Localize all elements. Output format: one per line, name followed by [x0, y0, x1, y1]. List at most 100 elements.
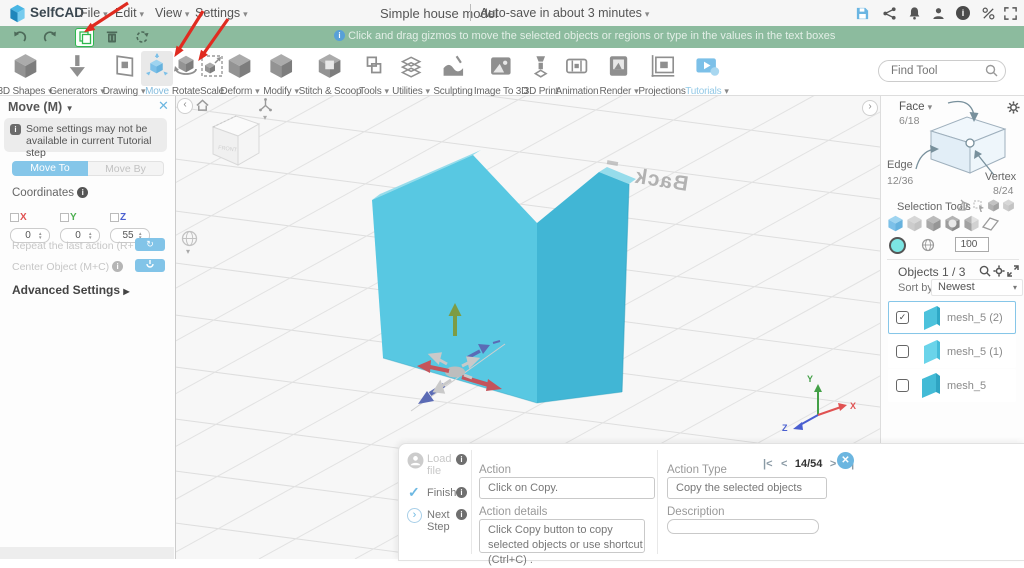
info-icon[interactable]: i [456, 509, 467, 520]
mode-plane-icon[interactable] [982, 216, 999, 231]
y-lock-checkbox[interactable] [60, 213, 69, 223]
paint-select-icon[interactable] [957, 199, 970, 212]
stepper-icon[interactable]: ▲▼ [38, 231, 44, 240]
move-to-button[interactable]: Move To [12, 161, 88, 176]
axis-widget-icon[interactable] [258, 98, 273, 113]
cursor-select-icon[interactable] [973, 200, 985, 212]
tool-deform[interactable]: Deform [221, 51, 260, 97]
menu-view[interactable]: View [155, 6, 189, 20]
nav-prev-icon[interactable]: < [781, 458, 787, 470]
copy-button[interactable] [75, 28, 94, 47]
expand-icon[interactable] [1007, 265, 1019, 277]
object-checkbox[interactable] [896, 345, 909, 358]
units-icon[interactable] [981, 6, 996, 21]
finish-label[interactable]: Finish [427, 487, 456, 499]
center-object-button[interactable] [135, 259, 165, 272]
mode-face-icon[interactable] [887, 215, 904, 232]
tool-stitch-scoop[interactable]: Stitch & Scoop [299, 51, 362, 97]
next-step-label[interactable]: Next Step [427, 509, 459, 533]
nav-next-icon[interactable]: > [830, 458, 836, 470]
tool-sculpting[interactable]: Sculpting [433, 51, 473, 97]
tool-image-to-3d[interactable]: Image To 3D [474, 51, 528, 97]
tool-3d-shapes[interactable]: 3D Shapes [0, 51, 53, 97]
action-value-box[interactable]: Click on Copy. [479, 477, 655, 499]
object-thumbnail [924, 306, 940, 330]
info-icon[interactable]: i [956, 6, 970, 20]
x-axis-label: X [20, 212, 27, 224]
nav-first-icon[interactable]: |< [763, 458, 773, 470]
mesh-sphere-icon[interactable] [921, 238, 935, 252]
menu-file[interactable]: File [80, 6, 108, 20]
coordinate-z: Z▲▼ [110, 209, 161, 244]
title-divider [470, 4, 471, 21]
load-file-label[interactable]: Load file [427, 453, 457, 477]
tool-generators[interactable]: Generators [49, 51, 104, 97]
mode-half-icon[interactable] [963, 215, 980, 232]
z-lock-checkbox[interactable] [110, 213, 119, 223]
tool-tools[interactable]: Tools [358, 51, 390, 97]
tutorial-warning-box: i Some settings may not be available in c… [4, 118, 167, 159]
collapse-right-panel-chevron[interactable]: › [862, 100, 878, 116]
cube-select-icon[interactable] [987, 199, 1000, 212]
advanced-settings[interactable]: Advanced Settings ▶ [12, 283, 130, 297]
object-row-mesh5-1[interactable]: mesh_5 (1) [888, 335, 1016, 368]
object-row-mesh5[interactable]: mesh_5 [888, 369, 1016, 402]
delete-icon[interactable] [104, 29, 120, 45]
x-lock-checkbox[interactable] [10, 213, 19, 223]
caret-down-icon[interactable]: ▾ [186, 247, 190, 256]
next-step-icon[interactable]: › [407, 508, 422, 523]
stepper-icon[interactable]: ▲▼ [965, 238, 971, 247]
stepper-icon[interactable]: ▲▼ [88, 231, 94, 240]
close-tutorial-icon[interactable]: ✕ [837, 452, 854, 469]
autosave-status[interactable]: Auto-save in about 3 minutes [480, 6, 649, 20]
tool-utilities[interactable]: Utilities [392, 51, 430, 97]
globe-icon[interactable] [181, 230, 198, 247]
sort-dropdown[interactable]: Newest ▾ [931, 279, 1023, 296]
mode-sphere-select-icon[interactable] [944, 215, 961, 232]
gear-icon[interactable] [993, 265, 1005, 277]
tool-drawing[interactable]: Drawing [103, 51, 146, 97]
tool-modify[interactable]: Modify [263, 51, 299, 97]
action-type-box[interactable]: Copy the selected objects [667, 477, 827, 499]
tool-animation[interactable]: Animation [556, 51, 599, 97]
repeat-icon[interactable] [134, 29, 150, 45]
tool-render[interactable]: Render [600, 51, 639, 97]
caret-down-icon[interactable]: ▼ [66, 104, 74, 113]
save-icon[interactable] [855, 6, 870, 21]
finish-check-icon[interactable]: ✓ [408, 484, 420, 501]
account-icon[interactable] [931, 6, 946, 21]
tool-projections[interactable]: Projections [638, 51, 686, 97]
caret-down-icon[interactable]: ▾ [263, 113, 267, 122]
redo-icon[interactable] [42, 29, 58, 45]
object-checkbox[interactable]: ✓ [896, 311, 909, 324]
mode-vertex-icon[interactable] [906, 215, 923, 232]
info-icon[interactable]: i [456, 454, 467, 465]
move-by-button[interactable]: Move By [88, 161, 164, 176]
info-icon[interactable]: i [456, 487, 467, 498]
action-details-box[interactable]: Click Copy button to copy selected objec… [479, 519, 645, 566]
load-file-step[interactable] [407, 452, 429, 474]
notifications-icon[interactable] [907, 6, 922, 21]
tool-3d-print[interactable]: 3D Print [524, 51, 558, 97]
close-panel-icon[interactable]: ✕ [158, 98, 169, 114]
tolerance-input[interactable] [955, 237, 989, 252]
menu-settings[interactable]: Settings [195, 6, 248, 20]
description-box[interactable] [667, 519, 819, 534]
collapse-left-panel-chevron[interactable]: ‹ [177, 98, 193, 114]
view-cube[interactable]: FRONT [205, 107, 267, 173]
house-model[interactable] [372, 150, 636, 404]
object-row-mesh5-2[interactable]: ✓ mesh_5 (2) [888, 301, 1016, 334]
fullscreen-icon[interactable] [1003, 6, 1018, 21]
tool-tutorials[interactable]: Tutorials [685, 51, 729, 97]
object-checkbox[interactable] [896, 379, 909, 392]
mode-edge-icon[interactable] [925, 215, 942, 232]
cube-region-icon[interactable] [1002, 199, 1015, 212]
brush-size-indicator[interactable] [889, 237, 906, 254]
undo-icon[interactable] [12, 29, 28, 45]
search-icon[interactable] [979, 265, 991, 277]
search-icon[interactable] [985, 64, 998, 77]
share-icon[interactable] [882, 6, 897, 21]
repeat-action-button[interactable]: ↻ [135, 238, 165, 251]
tool-move[interactable]: Move [141, 51, 173, 97]
menu-edit[interactable]: Edit [115, 6, 144, 20]
